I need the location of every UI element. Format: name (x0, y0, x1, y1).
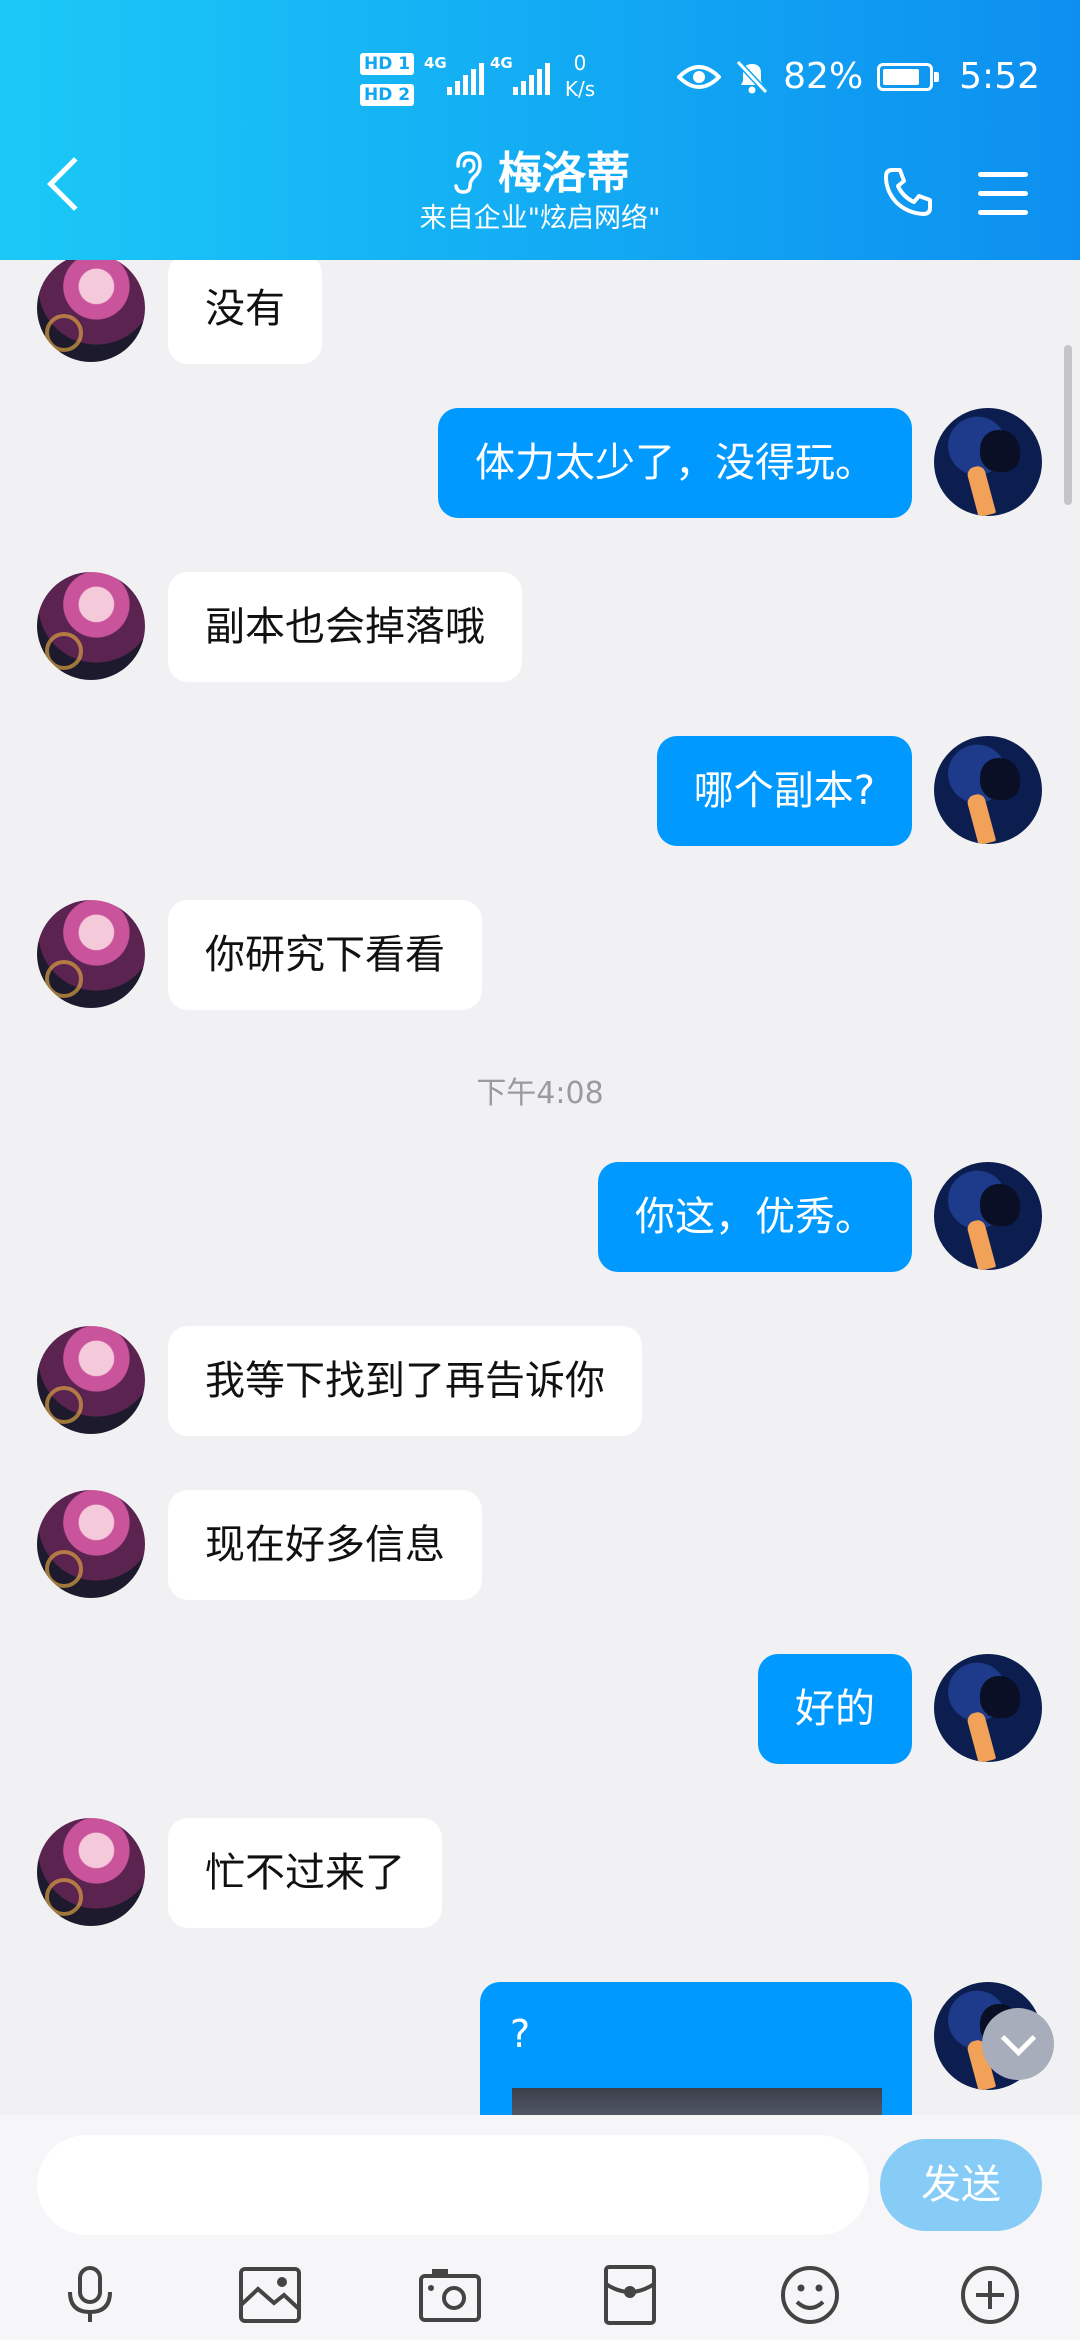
scrollbar[interactable] (1064, 345, 1072, 505)
my-avatar[interactable] (934, 736, 1042, 844)
picture-icon[interactable] (230, 2255, 310, 2335)
red-packet-icon[interactable] (590, 2255, 670, 2335)
network-type-label-2: 4G (490, 54, 513, 72)
contact-avatar[interactable] (37, 1490, 145, 1598)
message-bubble-received[interactable]: 副本也会掉落哦 (168, 572, 522, 682)
status-right: 82% 5:52 (677, 56, 1040, 97)
chat-header: HD 1 HD 2 4G 4G 0 K/s 82% 5:52 梅洛蒂 来自企业"… (0, 0, 1080, 260)
eye-icon (677, 64, 722, 89)
contact-avatar[interactable] (37, 1326, 145, 1434)
message-bubble-sent[interactable]: 体力太少了，没得玩。 (438, 408, 912, 518)
input-bar: 发送 (0, 2115, 1080, 2340)
message-timestamp: 下午4:08 (476, 1076, 604, 1111)
net-speed-value: 0 (573, 51, 587, 75)
toolbar (0, 2255, 1080, 2335)
bell-off-icon (735, 59, 769, 94)
ear-icon (454, 151, 482, 194)
plus-icon[interactable] (950, 2255, 1030, 2335)
camera-icon[interactable] (410, 2255, 490, 2335)
net-speed-unit: K/s (564, 77, 596, 101)
image-thumbnail[interactable] (512, 2088, 882, 2115)
network-type-label: 4G (424, 54, 447, 72)
contact-avatar[interactable] (37, 260, 145, 362)
message-bubble-received[interactable]: 现在好多信息 (168, 1490, 482, 1600)
emoji-icon[interactable] (770, 2255, 850, 2335)
message-bubble-sent[interactable]: 好的 (758, 1654, 912, 1764)
hd2-label: HD 2 (360, 84, 415, 106)
message-list[interactable]: 没有 体力太少了，没得玩。 副本也会掉落哦 哪个副本? 你研究下看看 下午4:0… (0, 260, 1080, 2115)
battery-icon (877, 62, 940, 91)
contact-avatar[interactable] (37, 572, 145, 680)
message-input[interactable] (37, 2135, 869, 2235)
clock: 5:52 (959, 56, 1040, 97)
phone-icon[interactable] (880, 164, 936, 220)
battery-percent: 82% (783, 56, 864, 97)
battery-fill (883, 68, 920, 85)
scroll-to-bottom-button[interactable] (982, 2008, 1054, 2080)
microphone-icon[interactable] (50, 2255, 130, 2335)
net-speed: 0 K/s (556, 50, 604, 102)
message-bubble-received[interactable]: 我等下找到了再告诉你 (168, 1326, 642, 1436)
signal-icon: 4G (424, 54, 487, 95)
message-bubble-received[interactable]: 你研究下看看 (168, 900, 482, 1010)
image-message-bubble[interactable]: ? (480, 1982, 912, 2115)
menu-icon[interactable] (978, 172, 1028, 229)
message-bubble-received[interactable]: 没有 (168, 260, 322, 364)
my-avatar[interactable] (934, 1654, 1042, 1762)
contact-avatar[interactable] (37, 900, 145, 1008)
title-text: 梅洛蒂 (498, 148, 630, 199)
image-message-caption: ? (510, 2012, 531, 2056)
contact-avatar[interactable] (37, 1818, 145, 1926)
signal-icon-2: 4G (490, 54, 553, 95)
my-avatar[interactable] (934, 1162, 1042, 1270)
message-bubble-sent[interactable]: 哪个副本? (656, 736, 912, 846)
message-bubble-received[interactable]: 忙不过来了 (168, 1818, 442, 1928)
send-button[interactable]: 发送 (880, 2139, 1042, 2231)
hd-indicator: HD 1 HD 2 (360, 50, 416, 112)
hd1-label: HD 1 (360, 53, 415, 75)
status-bar: HD 1 HD 2 4G 4G 0 K/s 82% 5:52 (0, 44, 1080, 114)
message-bubble-sent[interactable]: 你这，优秀。 (598, 1162, 912, 1272)
my-avatar[interactable] (934, 408, 1042, 516)
